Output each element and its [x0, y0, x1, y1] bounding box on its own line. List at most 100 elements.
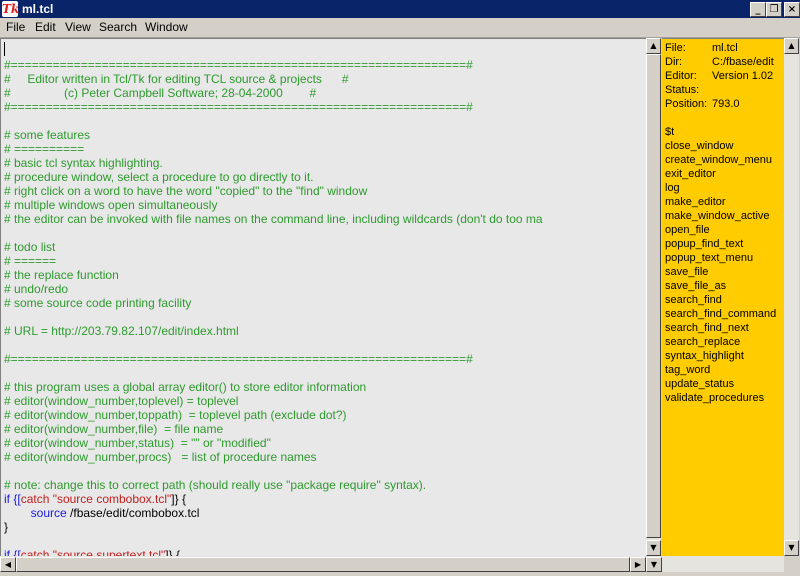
code-line: # the editor can be invoked with file na…	[4, 212, 543, 226]
code-line: # right click on a word to have the word…	[4, 184, 543, 198]
code-token: if {[	[4, 492, 21, 506]
procedure-item[interactable]: popup_find_text	[665, 237, 776, 251]
menu-edit[interactable]: Edit	[35, 20, 56, 35]
procedure-item[interactable]: exit_editor	[665, 167, 776, 181]
procedure-item[interactable]: make_editor	[665, 195, 776, 209]
menu-search[interactable]: Search	[99, 20, 137, 35]
code-line: # editor(window_number,file) = file name	[4, 422, 543, 436]
panel-scroll-down-icon[interactable]: ▼	[784, 540, 799, 556]
procedure-item[interactable]: make_window_active	[665, 209, 776, 223]
panel-vertical-scrollbar[interactable]: ▲ ▼	[784, 38, 799, 556]
code-line: # the replace function	[4, 268, 543, 282]
procedure-item[interactable]: tag_word	[665, 363, 776, 377]
editor-vertical-scrollbar[interactable]: ▲ ▼	[646, 38, 661, 556]
code-token: # multiple windows open simultaneously	[4, 198, 218, 212]
minimize-button[interactable]: _	[750, 2, 766, 17]
code-lines: #=======================================…	[4, 44, 543, 557]
procedure-item[interactable]: save_file_as	[665, 279, 776, 293]
code-line: # todo list	[4, 240, 543, 254]
procedure-item[interactable]: update_status	[665, 377, 776, 391]
code-line: # URL = http://203.79.82.107/edit/index.…	[4, 324, 543, 338]
scroll-right-icon[interactable]: ▶	[630, 557, 646, 572]
procedure-item[interactable]: validate_procedures	[665, 391, 776, 405]
code-token: # this program uses a global array edito…	[4, 380, 367, 394]
procedure-item[interactable]: search_find	[665, 293, 776, 307]
tk-logo-icon[interactable]: Tk	[2, 1, 19, 17]
info-dir: Dir: C:/fbase/edit	[665, 55, 774, 69]
code-token: # todo list	[4, 240, 56, 254]
editor-horizontal-scrollbar[interactable]: ◀ ▶ ▼	[0, 556, 784, 572]
code-line: # Editor written in Tcl/Tk for editing T…	[4, 72, 543, 86]
code-line: # procedure window, select a procedure t…	[4, 170, 543, 184]
code-token: # some features	[4, 128, 91, 142]
info-status-label: Status:	[665, 84, 700, 96]
procedure-item[interactable]: close_window	[665, 139, 776, 153]
procedure-item[interactable]: save_file	[665, 265, 776, 279]
procedure-item[interactable]: log	[665, 181, 776, 195]
code-token: # right click on a word to have the word…	[4, 184, 368, 198]
code-line: # basic tcl syntax highlighting.	[4, 156, 543, 170]
title-bar[interactable]: Tk ml.tcl _ ❐ ×	[0, 0, 800, 18]
procedure-item[interactable]: syntax_highlight	[665, 349, 776, 363]
code-token: # (c) Peter Campbell Software; 28-04-200…	[4, 86, 317, 100]
code-token: source	[30, 506, 67, 520]
code-line: }	[4, 520, 543, 534]
code-token: /fbase/edit/combobox.tcl	[66, 506, 200, 520]
code-token: # ==========	[4, 142, 85, 156]
code-token: # basic tcl syntax highlighting.	[4, 156, 163, 170]
panel-scroll-up-icon[interactable]: ▲	[784, 38, 799, 54]
code-token: # editor(window_number,status) = "" or "…	[4, 436, 271, 450]
code-token: # procedure window, select a procedure t…	[4, 170, 314, 184]
info-editor-value: Version 1.02	[712, 70, 774, 82]
info-position-label: Position:	[665, 98, 708, 110]
maximize-button[interactable]: ❐	[766, 2, 782, 17]
code-token: # Editor written in Tcl/Tk for editing T…	[4, 72, 349, 86]
code-line: # editor(window_number,toplevel) = tople…	[4, 394, 543, 408]
code-token: # the replace function	[4, 268, 119, 282]
code-line: # ======	[4, 254, 543, 268]
code-line: # some source code printing facility	[4, 296, 543, 310]
procedure-item[interactable]: $t	[665, 125, 776, 139]
code-token: }	[4, 520, 9, 534]
menu-file[interactable]: File	[6, 20, 25, 35]
code-line: # editor(window_number,status) = "" or "…	[4, 436, 543, 450]
code-line: #=======================================…	[4, 58, 543, 72]
horizontal-scroll-thumb[interactable]	[16, 557, 630, 572]
code-token: #=======================================…	[4, 100, 473, 114]
info-file-label: File:	[665, 42, 686, 54]
code-line: # editor(window_number,procs) = list of …	[4, 450, 543, 464]
scroll-left-icon[interactable]: ◀	[0, 557, 16, 572]
code-line: source /fbase/edit/combobox.tcl	[4, 506, 543, 520]
window-title: ml.tcl	[22, 2, 54, 16]
code-line: # undo/redo	[4, 282, 543, 296]
procedure-item[interactable]: search_find_command	[665, 307, 776, 321]
close-button[interactable]: ×	[784, 2, 800, 17]
editor-scroll-down-icon[interactable]: ▼	[646, 540, 661, 556]
code-line: # note: change this to correct path (sho…	[4, 478, 543, 492]
editor-scroll-up-icon[interactable]: ▲	[646, 38, 661, 54]
info-position: Position: 793.0	[665, 97, 740, 111]
code-token: # editor(window_number,toppath) = toplev…	[4, 408, 347, 422]
procedure-item[interactable]: create_window_menu	[665, 153, 776, 167]
code-token: ]} {	[171, 492, 186, 506]
editor-corner-down-icon[interactable]: ▼	[646, 557, 662, 572]
editor-scroll-thumb[interactable]	[646, 54, 661, 538]
code-token: # editor(window_number,file) = file name	[4, 422, 224, 436]
menu-window[interactable]: Window	[145, 20, 188, 35]
info-file: File: ml.tcl	[665, 41, 738, 55]
procedure-item[interactable]: search_replace	[665, 335, 776, 349]
menu-view[interactable]: View	[65, 20, 91, 35]
procedure-item[interactable]: open_file	[665, 223, 776, 237]
code-editor[interactable]: #=======================================…	[0, 38, 647, 557]
procedure-list: $t close_window create_window_menu exit_edi…	[665, 125, 776, 405]
code-token: "source combobox.tcl"	[52, 492, 172, 506]
procedure-item[interactable]: popup_text_menu	[665, 251, 776, 265]
info-dir-value: C:/fbase/edit	[712, 56, 774, 68]
procedure-item[interactable]: search_find_next	[665, 321, 776, 335]
